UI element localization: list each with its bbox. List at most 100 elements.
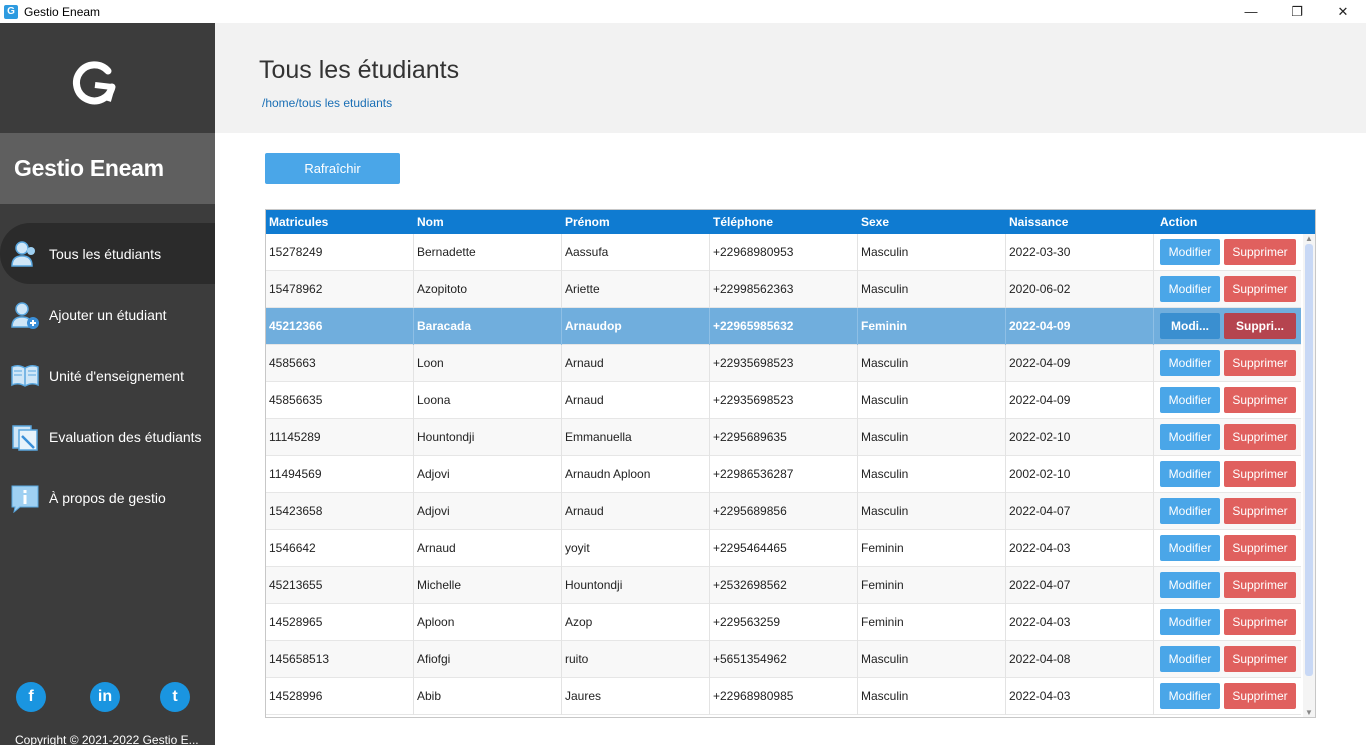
table-row[interactable]: 15423658 Adjovi Arnaud +2295689856 Masculin 2… — [266, 492, 1301, 530]
delete-button[interactable]: Supprimer — [1224, 276, 1296, 302]
window-titlebar: G Gestio Eneam — ❐ ✕ — [0, 0, 1366, 23]
sidebar-item-ajouter-un-etudiant[interactable]: Ajouter un étudiant — [0, 284, 215, 345]
table-row[interactable]: 11145289 Hountondji Emmanuella +2295689635 M… — [266, 418, 1301, 456]
table-row[interactable]: 45213655 Michelle Hountondji +2532698562 Fem… — [266, 566, 1301, 604]
delete-button[interactable]: Supprimer — [1224, 646, 1296, 672]
social-links: f in t — [0, 682, 215, 714]
table-cell: +2532698562 — [710, 566, 858, 604]
table-cell: Masculin — [858, 270, 1006, 308]
delete-button[interactable]: Supprimer — [1224, 350, 1296, 376]
table-cell: 15423658 — [266, 492, 414, 530]
minimize-button[interactable]: — — [1228, 0, 1274, 23]
column-header[interactable]: Action — [1154, 210, 1301, 234]
sidebar-item-tous-les-etudiants[interactable]: Tous les étudiants — [0, 223, 215, 284]
table-row[interactable]: 11494569 Adjovi Arnaudn Aploon +22986536287… — [266, 455, 1301, 493]
table-row[interactable]: 15478962 Azopitoto Ariette +22998562363 Masc… — [266, 270, 1301, 308]
row-actions: Modi... Suppri... — [1154, 308, 1301, 345]
column-header[interactable]: Téléphone — [710, 210, 858, 234]
delete-button[interactable]: Supprimer — [1224, 498, 1296, 524]
table-row[interactable]: 14528996 Abib Jaures +22968980985 Masculin 20… — [266, 677, 1301, 715]
info-icon — [10, 483, 40, 513]
modify-button[interactable]: Modifier — [1160, 646, 1220, 672]
table-cell: 11145289 — [266, 418, 414, 456]
students-table: Matricules Nom Prénom Téléphone Sexe Nai… — [265, 209, 1316, 718]
breadcrumb[interactable]: /home/tous les etudiants — [262, 96, 392, 110]
table-cell: 2002-02-10 — [1006, 455, 1154, 493]
modify-button[interactable]: Modi... — [1160, 313, 1220, 339]
delete-button[interactable]: Supprimer — [1224, 535, 1296, 561]
delete-button[interactable]: Supprimer — [1224, 239, 1296, 265]
column-header[interactable]: Matricules — [266, 210, 414, 234]
column-header[interactable]: Nom — [414, 210, 562, 234]
app-icon: G — [4, 4, 18, 19]
modify-button[interactable]: Modifier — [1160, 461, 1220, 487]
table-row[interactable]: 45212366 Baracada Arnaudop +22965985632 Femi… — [266, 307, 1301, 345]
book-icon — [10, 361, 40, 391]
row-actions: Modifier Supprimer — [1154, 641, 1301, 678]
scroll-down-icon[interactable]: ▼ — [1305, 708, 1313, 717]
modify-button[interactable]: Modifier — [1160, 350, 1220, 376]
modify-button[interactable]: Modifier — [1160, 572, 1220, 598]
delete-button[interactable]: Supprimer — [1224, 609, 1296, 635]
table-header: Matricules Nom Prénom Téléphone Sexe Nai… — [266, 210, 1315, 234]
modify-button[interactable]: Modifier — [1160, 387, 1220, 413]
column-header[interactable]: Sexe — [858, 210, 1006, 234]
table-cell: Arnaud — [562, 492, 710, 530]
table-cell: Michelle — [414, 566, 562, 604]
table-row[interactable]: 145658513 Afiofgi ruito +5651354962 Masculin… — [266, 640, 1301, 678]
table-cell: Arnaud — [414, 529, 562, 567]
column-header[interactable]: Prénom — [562, 210, 710, 234]
sidebar-item-unite-enseignement[interactable]: Unité d'enseignement — [0, 345, 215, 406]
table-cell: yoyit — [562, 529, 710, 567]
sidebar-item-label: Unité d'enseignement — [49, 367, 184, 384]
table-cell: 2022-04-09 — [1006, 344, 1154, 382]
delete-button[interactable]: Supprimer — [1224, 387, 1296, 413]
delete-button[interactable]: Suppri... — [1224, 313, 1296, 339]
facebook-icon[interactable]: f — [16, 682, 46, 712]
table-cell: Masculin — [858, 492, 1006, 530]
modify-button[interactable]: Modifier — [1160, 683, 1220, 709]
table-cell: Masculin — [858, 381, 1006, 419]
table-cell: Loon — [414, 344, 562, 382]
modify-button[interactable]: Modifier — [1160, 276, 1220, 302]
column-header[interactable]: Naissance — [1006, 210, 1154, 234]
modify-button[interactable]: Modifier — [1160, 498, 1220, 524]
close-button[interactable]: ✕ — [1320, 0, 1366, 23]
scrollbar-thumb[interactable] — [1305, 244, 1313, 676]
table-cell: Aploon — [414, 603, 562, 641]
table-cell: +2295689635 — [710, 418, 858, 456]
table-cell: 2022-04-09 — [1006, 307, 1154, 345]
table-cell: Masculin — [858, 640, 1006, 678]
add-student-icon — [10, 300, 40, 330]
delete-button[interactable]: Supprimer — [1224, 461, 1296, 487]
vertical-scrollbar[interactable]: ▲ ▼ — [1303, 234, 1315, 717]
delete-button[interactable]: Supprimer — [1224, 683, 1296, 709]
row-actions: Modifier Supprimer — [1154, 493, 1301, 530]
row-actions: Modifier Supprimer — [1154, 234, 1301, 271]
table-row[interactable]: 14528965 Aploon Azop +229563259 Feminin 2022-… — [266, 603, 1301, 641]
linkedin-icon[interactable]: in — [90, 682, 120, 712]
row-actions: Modifier Supprimer — [1154, 567, 1301, 604]
refresh-button[interactable]: Rafraîchir — [265, 153, 400, 184]
restore-button[interactable]: ❐ — [1274, 0, 1320, 23]
twitter-icon[interactable]: t — [160, 682, 190, 712]
modify-button[interactable]: Modifier — [1160, 535, 1220, 561]
modify-button[interactable]: Modifier — [1160, 424, 1220, 450]
table-cell: 11494569 — [266, 455, 414, 493]
table-row[interactable]: 45856635 Loona Arnaud +22935698523 Masculin 2… — [266, 381, 1301, 419]
sidebar-item-evaluation[interactable]: Evaluation des étudiants — [0, 406, 215, 467]
table-cell: 15278249 — [266, 233, 414, 271]
modify-button[interactable]: Modifier — [1160, 239, 1220, 265]
table-row[interactable]: 1546642 Arnaud yoyit +2295464465 Feminin 2022… — [266, 529, 1301, 567]
modify-button[interactable]: Modifier — [1160, 609, 1220, 635]
delete-button[interactable]: Supprimer — [1224, 424, 1296, 450]
sidebar-item-a-propos[interactable]: À propos de gestio — [0, 467, 215, 528]
scroll-up-icon[interactable]: ▲ — [1305, 234, 1313, 243]
table-cell: 45213655 — [266, 566, 414, 604]
table-cell: 145658513 — [266, 640, 414, 678]
table-cell: Adjovi — [414, 455, 562, 493]
delete-button[interactable]: Supprimer — [1224, 572, 1296, 598]
table-row[interactable]: 15278249 Bernadette Aassufa +22968980953 Mas… — [266, 233, 1301, 271]
table-row[interactable]: 4585663 Loon Arnaud +22935698523 Masculin 202… — [266, 344, 1301, 382]
table-cell: +22998562363 — [710, 270, 858, 308]
